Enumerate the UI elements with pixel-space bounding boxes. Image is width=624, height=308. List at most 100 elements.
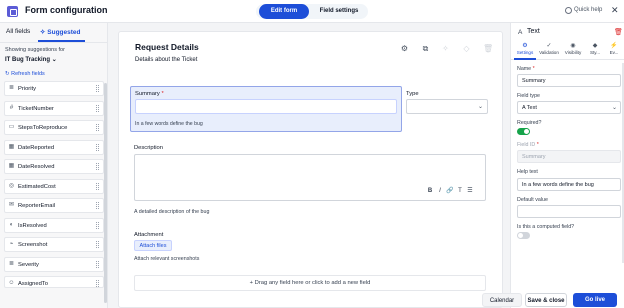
list-format-icon[interactable]: ☰	[465, 187, 475, 194]
field-item-label: StepsToReproduce	[18, 125, 68, 131]
type-select[interactable]: ⌄	[406, 99, 488, 114]
tab-label: Settings	[516, 50, 534, 55]
drag-handle-icon[interactable]	[96, 260, 99, 268]
trash-icon[interactable]: 🗑	[614, 28, 623, 36]
calendar-button[interactable]: Calendar	[482, 293, 522, 307]
attachment-icon: ⌁	[9, 241, 14, 247]
list-item[interactable]: ▦ DateReported	[4, 139, 104, 155]
bold-icon[interactable]: B	[425, 188, 435, 194]
tab-all-fields[interactable]: All fields	[6, 28, 30, 35]
list-item[interactable]: ◎ EstimatedCost	[4, 178, 104, 194]
field-id-input: Summary	[517, 150, 621, 163]
list-item[interactable]: ≣ Severity	[4, 256, 104, 272]
field-type-select[interactable]: A Text ⌄	[517, 101, 621, 114]
properties-title: Text	[527, 28, 540, 35]
drag-handle-icon[interactable]	[96, 280, 99, 287]
page-title: Form configuration	[25, 5, 108, 15]
gear-icon: ⚙	[522, 43, 528, 49]
go-live-button[interactable]: Go live	[573, 293, 617, 307]
move-up-icon[interactable]: ✧	[441, 44, 450, 53]
required-label: Required?	[517, 120, 542, 126]
tab-settings[interactable]: ⚙ Settings	[514, 42, 536, 55]
calendar-icon: ▦	[8, 143, 15, 150]
name-input[interactable]: Summary	[517, 74, 621, 87]
list-item[interactable]: ⌁ Screenshot	[4, 237, 104, 252]
form-section-card: Request Details Details about the Ticket…	[118, 31, 503, 308]
list-item[interactable]: ☺ AssignedTo	[4, 276, 104, 288]
chevron-down-icon: ⌄	[51, 57, 57, 63]
field-settings-tab[interactable]: Field settings	[314, 4, 364, 19]
link-icon[interactable]: 🔗	[445, 187, 455, 194]
text-icon: ▭	[8, 124, 15, 130]
tab-suggested-label: Suggested	[47, 29, 81, 36]
list-item[interactable]: ▭ StepsToReproduce	[4, 120, 104, 135]
tab-visibility[interactable]: ◉ Visibility	[562, 42, 584, 55]
gear-icon[interactable]: ⚙	[400, 44, 409, 53]
tab-events[interactable]: ⚡ Ev...	[606, 42, 622, 55]
drag-handle-icon[interactable]	[96, 221, 99, 229]
template-select[interactable]: IT Bug Tracking ⌄	[5, 56, 57, 63]
type-label: Type	[406, 91, 419, 97]
tab-style[interactable]: ◆ Sty...	[586, 42, 604, 55]
add-field-drop-zone[interactable]: + Drag any field here or click to add a …	[134, 275, 486, 291]
refresh-fields-link[interactable]: ↻ Refresh fields	[5, 71, 45, 77]
help-text-input[interactable]: In a few words define the bug	[517, 178, 621, 191]
refresh-fields-label: Refresh fields	[11, 71, 45, 77]
email-icon: ✉	[8, 202, 15, 208]
field-list-scrollbar[interactable]	[104, 83, 107, 303]
list-item[interactable]: ✉ ReporterEmail	[4, 198, 104, 213]
summary-input[interactable]	[135, 99, 397, 114]
chevron-down-icon: ⌄	[611, 105, 617, 111]
style-icon: ◆	[592, 43, 598, 49]
field-item-label: Severity	[18, 261, 39, 268]
quick-help-link[interactable]: Quick help	[574, 7, 602, 13]
divider	[0, 42, 108, 43]
required-toggle[interactable]	[517, 128, 530, 135]
tab-label: Ev...	[609, 50, 619, 55]
field-item-label: ReporterEmail	[18, 203, 56, 209]
drag-handle-icon[interactable]	[96, 85, 99, 92]
drag-handle-icon[interactable]	[96, 241, 99, 248]
attachment-label: Attachment	[134, 232, 164, 238]
tab-suggested[interactable]: ✧ Suggested	[40, 28, 81, 36]
list-item[interactable]: ▦ DateResolved	[4, 159, 104, 174]
trash-icon[interactable]: 🗑	[483, 44, 493, 53]
close-icon[interactable]: ✕	[611, 5, 619, 16]
tab-validation[interactable]: ✓ Validation	[538, 42, 560, 55]
drag-handle-icon[interactable]	[96, 163, 99, 170]
description-editor[interactable]: B I 🔗 T ☰	[134, 154, 486, 201]
form-canvas: Request Details Details about the Ticket…	[108, 23, 510, 308]
computed-field-label: Is this a computed field?	[517, 224, 575, 230]
section-subtitle: Details about the Ticket	[135, 57, 198, 63]
copy-icon[interactable]: ⧉	[421, 44, 430, 53]
list-item[interactable]: ◐ IsResolved	[4, 217, 104, 233]
form-logo-icon	[7, 6, 18, 17]
drag-handle-icon[interactable]	[96, 143, 99, 151]
drag-handle-icon[interactable]	[96, 104, 99, 112]
attach-files-button[interactable]: Attach files	[134, 240, 172, 251]
drag-handle-icon[interactable]	[96, 182, 99, 190]
edit-form-tab[interactable]: Edit form	[259, 4, 309, 19]
tab-label: Validation	[539, 50, 559, 55]
drag-handle-icon[interactable]	[96, 202, 99, 209]
list-item[interactable]: # TicketNumber	[4, 100, 104, 116]
default-value-input[interactable]	[517, 205, 621, 218]
computed-toggle[interactable]	[517, 232, 530, 239]
description-help-text: A detailed description of the bug	[134, 209, 210, 215]
person-icon: ☺	[8, 280, 15, 286]
move-down-icon[interactable]: ◇	[462, 44, 471, 53]
drag-handle-icon[interactable]	[96, 124, 99, 131]
required-mark: *	[536, 142, 539, 148]
list-item[interactable]: ≣ Priority	[4, 81, 104, 96]
field-id-label-text: Field ID	[517, 142, 536, 148]
description-label: Description	[134, 145, 163, 151]
save-close-button[interactable]: Save & close	[525, 293, 567, 307]
section-title: Request Details	[135, 42, 199, 52]
summary-field-block[interactable]: Summary * In a few words define the bug	[130, 86, 402, 132]
text-format-icon[interactable]: T	[455, 188, 465, 194]
chevron-down-icon: ⌄	[477, 104, 483, 110]
field-properties-panel: A Text 🗑 ⚙ Settings ✓ Validation ◉ Visibili…	[510, 23, 624, 308]
help-icon[interactable]	[565, 7, 572, 14]
eye-icon: ◉	[570, 43, 576, 49]
italic-icon[interactable]: I	[435, 188, 445, 194]
